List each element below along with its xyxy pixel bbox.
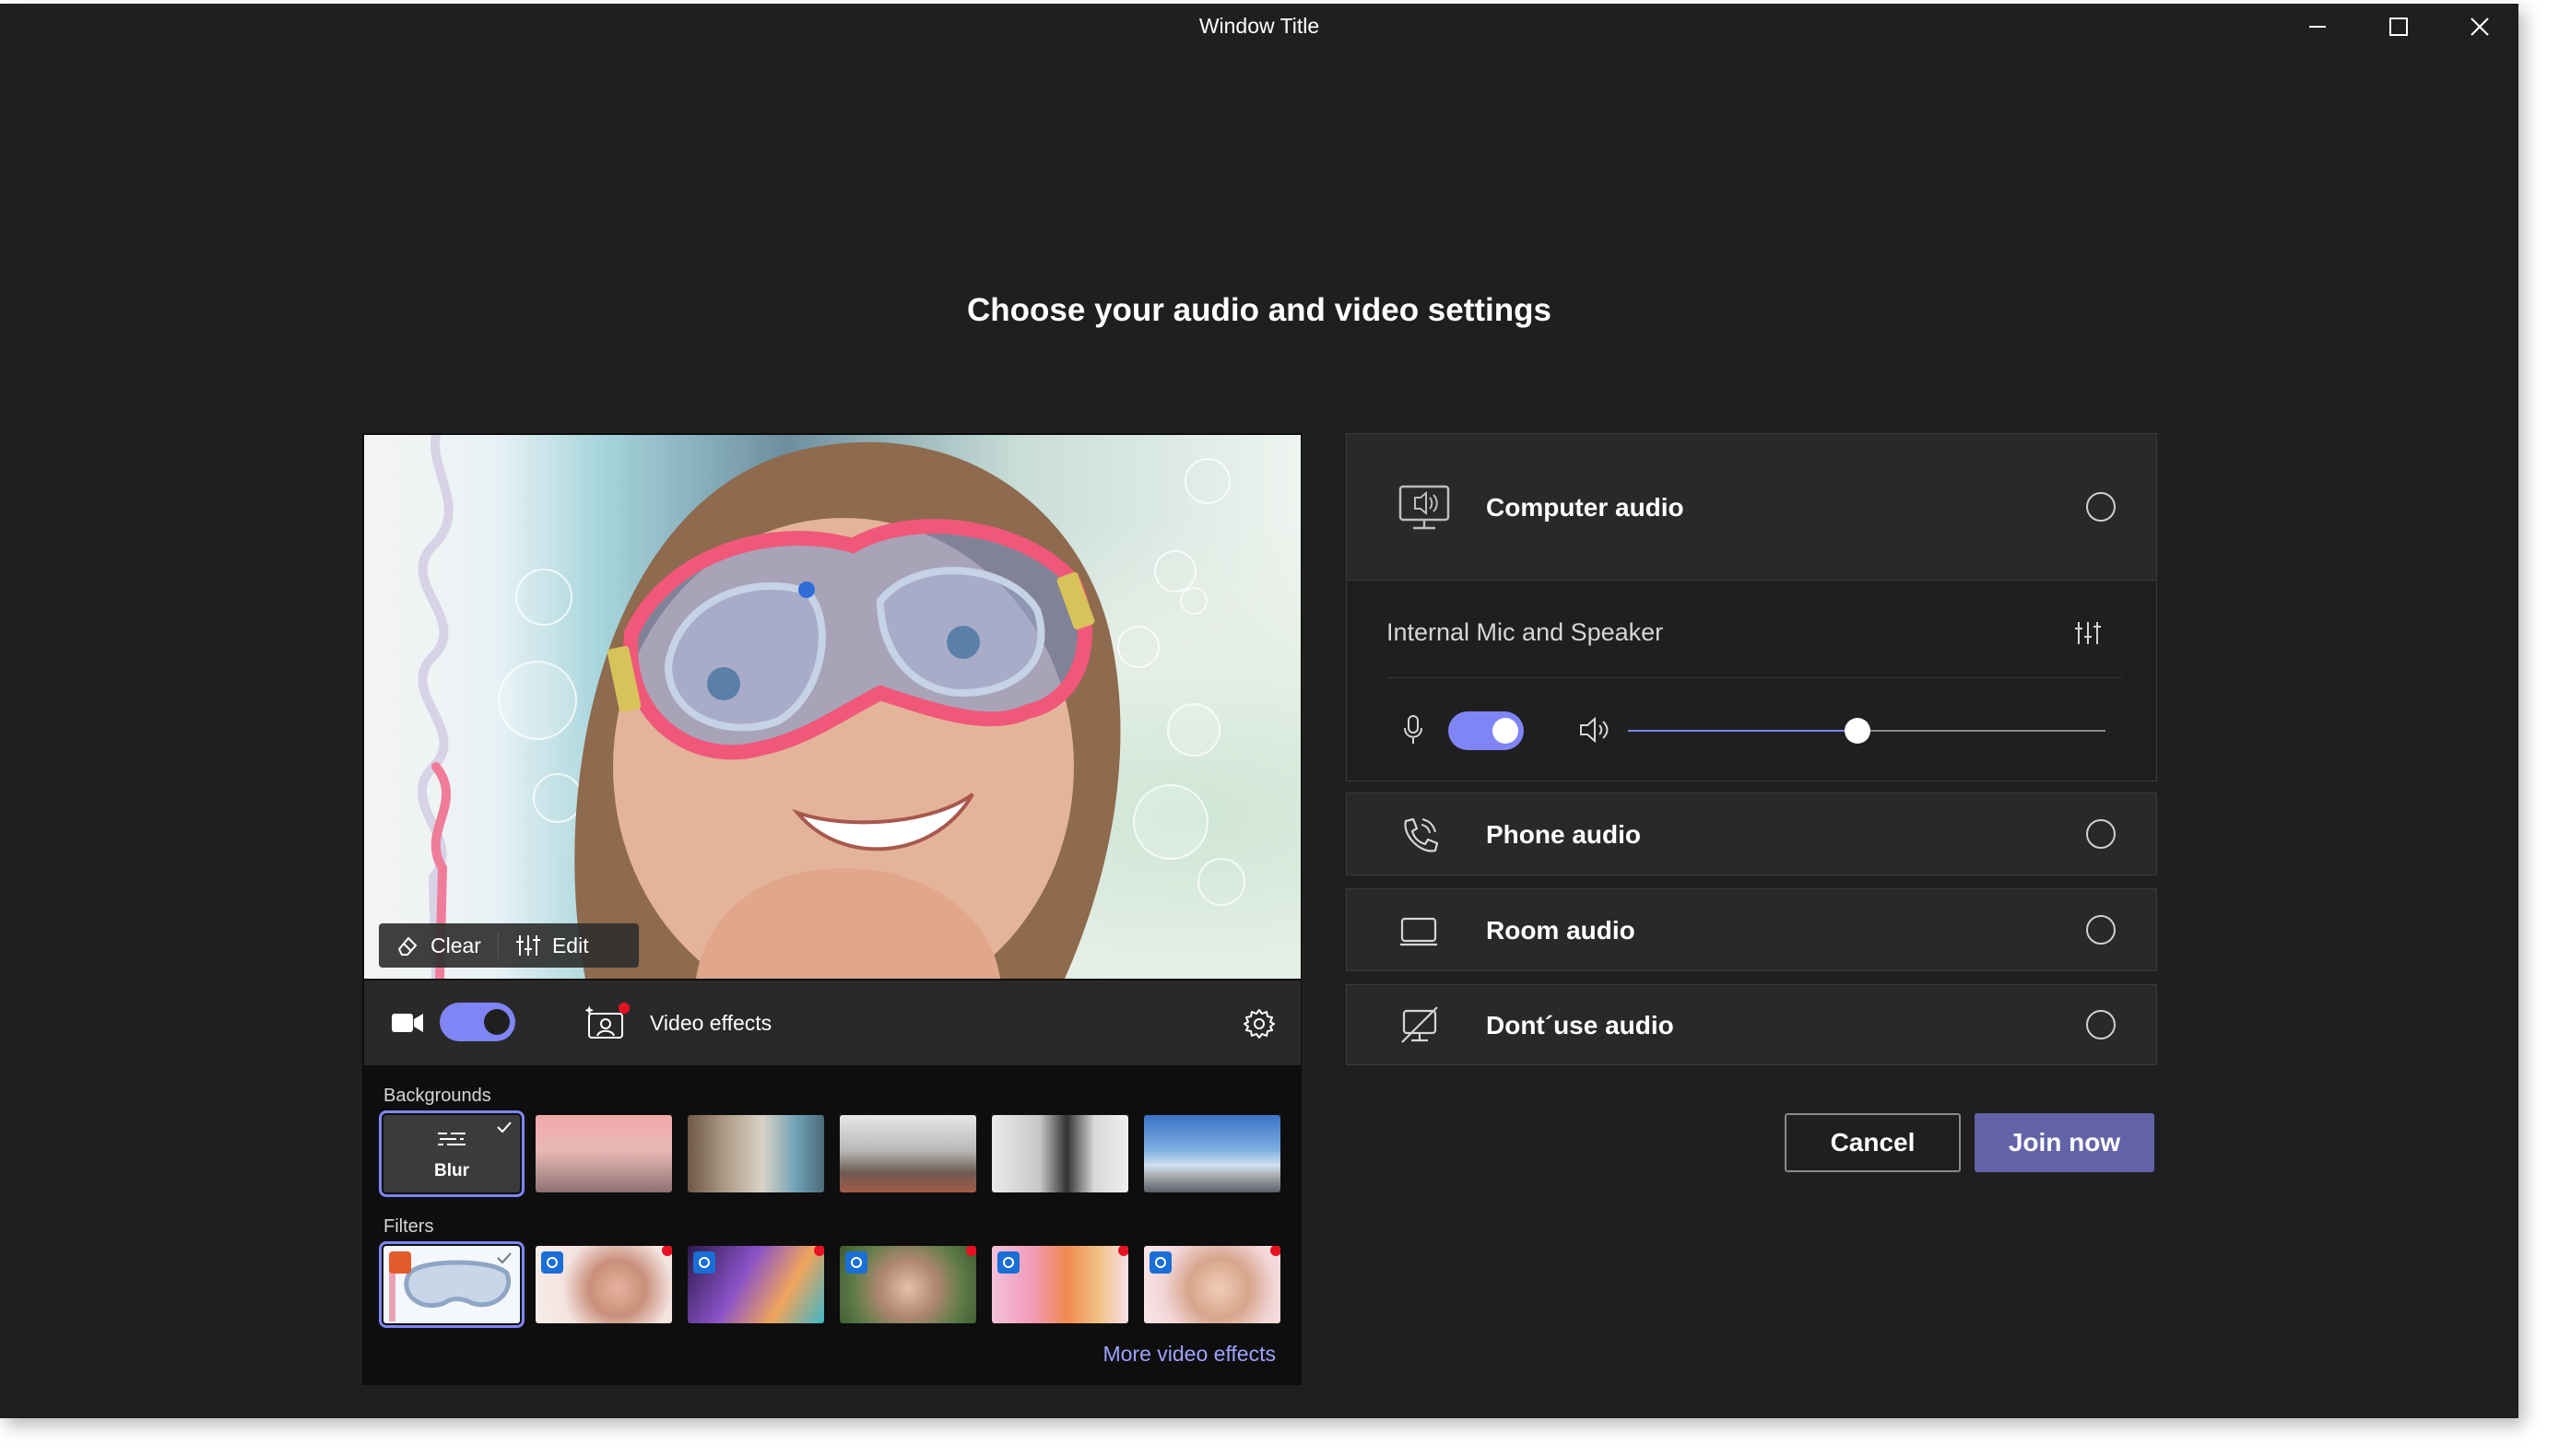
clear-effect-button[interactable]: Clear <box>379 923 498 968</box>
sliders-icon <box>515 935 540 956</box>
blur-icon <box>438 1133 466 1145</box>
computer-audio-radio[interactable] <box>2086 492 2116 522</box>
new-dot <box>966 1246 976 1256</box>
phone-audio-label: Phone audio <box>1486 820 1641 849</box>
video-effects-button[interactable]: Video effects <box>584 997 772 1049</box>
no-audio-label: Dont´use audio <box>1486 1011 1674 1039</box>
checkmark-icon <box>497 1252 512 1264</box>
video-camera-icon <box>392 1014 423 1032</box>
device-divider <box>1386 677 2122 678</box>
volume-thumb[interactable] <box>1844 718 1870 744</box>
filters-heading: Filters <box>383 1216 434 1237</box>
background-bridge[interactable] <box>536 1115 672 1192</box>
edit-effect-button[interactable]: Edit <box>499 923 606 968</box>
computer-audio-option[interactable]: Computer audio <box>1346 433 2157 581</box>
page-heading: Choose your audio and video settings <box>967 292 1551 328</box>
blur-label: Blur <box>434 1161 469 1180</box>
filter-badge <box>845 1251 867 1274</box>
new-dot <box>1118 1246 1128 1256</box>
room-audio-icon <box>1400 917 1437 946</box>
room-audio-label: Room audio <box>1486 916 1635 945</box>
close-icon <box>2471 18 2489 36</box>
background-office-floor[interactable] <box>840 1115 976 1192</box>
minimize-icon <box>2309 26 2326 28</box>
filter-neon[interactable] <box>688 1246 824 1323</box>
no-audio-icon <box>1401 1006 1438 1043</box>
minimize-button[interactable] <box>2277 4 2358 50</box>
clear-label: Clear <box>430 933 481 957</box>
filter-flower-crown[interactable] <box>536 1246 672 1323</box>
new-dot <box>1270 1246 1280 1256</box>
filter-badge <box>389 1251 411 1274</box>
phone-audio-radio[interactable] <box>2086 819 2116 849</box>
video-effects-label: Video effects <box>650 1010 772 1035</box>
video-effects-icon <box>584 1003 630 1041</box>
filter-goggles[interactable] <box>379 1241 525 1328</box>
volume-fill <box>1628 730 1857 732</box>
filter-badge <box>541 1251 563 1274</box>
gear-icon[interactable] <box>1244 1008 1275 1039</box>
no-audio-radio[interactable] <box>2086 1010 2116 1039</box>
room-audio-option[interactable]: Room audio <box>1346 888 2157 971</box>
filter-badge <box>693 1251 715 1274</box>
new-dot <box>662 1246 672 1256</box>
device-settings-icon[interactable] <box>2074 620 2102 646</box>
filter-badge <box>997 1251 1020 1274</box>
device-name: Internal Mic and Speaker <box>1386 618 1664 646</box>
checkmark-icon <box>497 1121 512 1133</box>
app-window: Window Title Choose your audio and video… <box>0 4 2518 1418</box>
camera-preview: Clear Edit <box>364 435 1301 979</box>
microphone-toggle[interactable] <box>1448 711 1524 750</box>
filter-badge <box>1150 1251 1172 1274</box>
computer-audio-label: Computer audio <box>1486 493 1684 522</box>
join-now-button[interactable]: Join now <box>1975 1113 2154 1172</box>
no-audio-option[interactable]: Dont´use audio <box>1346 984 2157 1065</box>
filter-cartoon[interactable] <box>992 1246 1128 1323</box>
background-blur[interactable]: Blur <box>379 1110 525 1197</box>
phone-audio-option[interactable]: Phone audio <box>1346 793 2157 875</box>
filter-smile[interactable] <box>840 1246 976 1323</box>
filter-stickers[interactable] <box>1144 1246 1280 1323</box>
background-office-hall[interactable] <box>688 1115 824 1192</box>
background-room[interactable] <box>992 1115 1128 1192</box>
edit-label: Edit <box>551 933 589 957</box>
microphone-icon <box>1404 715 1422 744</box>
eraser-icon <box>397 936 418 956</box>
video-panel: Clear Edit Video effects Backgrounds Blu… <box>362 433 1302 1385</box>
phone-audio-icon <box>1404 817 1439 852</box>
window-title: Window Title <box>1198 14 1320 38</box>
device-settings: Internal Mic and Speaker <box>1346 581 2157 781</box>
maximize-icon <box>2389 18 2408 36</box>
preview-toolbar: Clear Edit <box>379 923 639 968</box>
new-dot <box>814 1246 824 1256</box>
cancel-button[interactable]: Cancel <box>1785 1113 1961 1172</box>
speaker-icon <box>1580 716 1609 744</box>
computer-audio-icon <box>1398 485 1450 530</box>
preview-image <box>417 435 1245 979</box>
room-audio-radio[interactable] <box>2086 915 2116 945</box>
volume-slider[interactable] <box>1628 718 2105 744</box>
camera-toolbar: Video effects <box>364 980 1301 1065</box>
background-beach[interactable] <box>1144 1115 1280 1192</box>
camera-toggle[interactable] <box>440 1003 515 1041</box>
close-button[interactable] <box>2439 4 2520 50</box>
backgrounds-heading: Backgrounds <box>383 1086 491 1106</box>
title-bar: Window Title <box>0 4 2518 50</box>
maximize-button[interactable] <box>2358 4 2439 50</box>
more-video-effects-link[interactable]: More video effects <box>1103 1342 1276 1367</box>
